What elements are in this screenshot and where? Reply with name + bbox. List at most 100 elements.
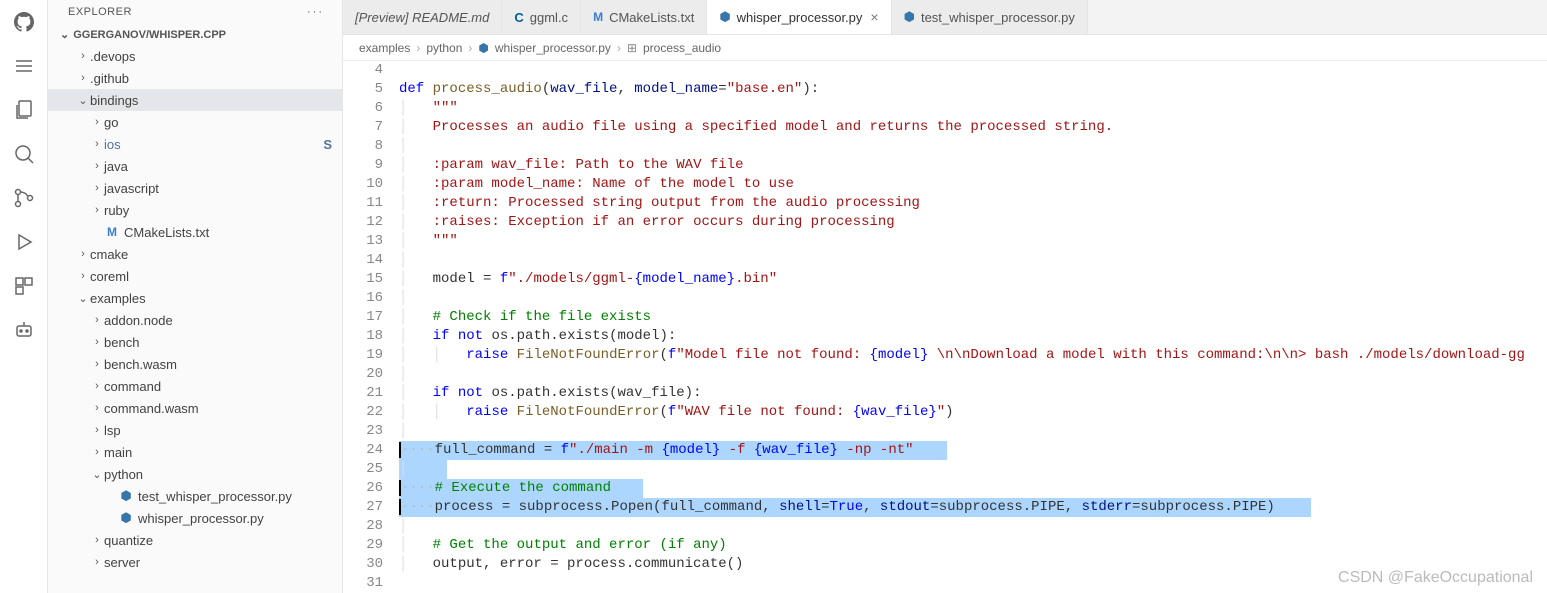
- more-icon[interactable]: ···: [307, 6, 324, 18]
- tab[interactable]: Cggml.c: [502, 0, 581, 34]
- github-icon[interactable]: [12, 10, 36, 34]
- watermark: CSDN @FakeOccupational: [1338, 568, 1533, 587]
- folder-item[interactable]: ›javascript: [48, 177, 342, 199]
- folder-item[interactable]: ›iosS: [48, 133, 342, 155]
- robot-icon[interactable]: [12, 318, 36, 342]
- code-line[interactable]: │ │ raise FileNotFoundError(f"WAV file n…: [399, 403, 1547, 422]
- folder-item[interactable]: ›go: [48, 111, 342, 133]
- folder-item[interactable]: ›ruby: [48, 199, 342, 221]
- file-item[interactable]: MCMakeLists.txt: [48, 221, 342, 243]
- tab-label: ggml.c: [530, 10, 568, 25]
- line-number: 13: [343, 232, 383, 251]
- chevron-icon: ›: [76, 72, 90, 84]
- chevron-icon: ›: [90, 160, 104, 172]
- code-line[interactable]: │: [399, 517, 1547, 536]
- tree-item-label: coreml: [90, 269, 342, 284]
- tab[interactable]: ⬢test_whisper_processor.py: [892, 0, 1088, 34]
- folder-item[interactable]: ›main: [48, 441, 342, 463]
- chevron-icon: ›: [90, 556, 104, 568]
- code-line[interactable]: │ """: [399, 99, 1547, 118]
- breadcrumb-separator: ›: [617, 41, 621, 55]
- breadcrumb-segment[interactable]: process_audio: [643, 41, 721, 55]
- code-content[interactable]: def process_audio(wav_file, model_name="…: [399, 61, 1547, 593]
- code-line[interactable]: ····# Execute the command: [399, 479, 1547, 498]
- code-editor[interactable]: 4567891011121314151617181920212223242526…: [343, 61, 1547, 593]
- folder-item[interactable]: ›.devops: [48, 45, 342, 67]
- files-icon[interactable]: [12, 98, 36, 122]
- line-number: 27: [343, 498, 383, 517]
- folder-item[interactable]: ›java: [48, 155, 342, 177]
- line-number: 10: [343, 175, 383, 194]
- folder-item[interactable]: ›.github: [48, 67, 342, 89]
- tab[interactable]: MCMakeLists.txt: [581, 0, 707, 34]
- folder-item[interactable]: ⌄examples: [48, 287, 342, 309]
- folder-item[interactable]: ›bench.wasm: [48, 353, 342, 375]
- code-line[interactable]: ····process = subprocess.Popen(full_comm…: [399, 498, 1547, 517]
- folder-item[interactable]: ›command.wasm: [48, 397, 342, 419]
- code-line[interactable]: │ # Check if the file exists: [399, 308, 1547, 327]
- code-line[interactable]: │: [399, 422, 1547, 441]
- breadcrumb-segment[interactable]: whisper_processor.py: [495, 41, 611, 55]
- tab[interactable]: ⬢whisper_processor.py×: [707, 0, 891, 34]
- breadcrumb-segment[interactable]: python: [426, 41, 462, 55]
- code-line[interactable]: │ :param model_name: Name of the model t…: [399, 175, 1547, 194]
- line-number: 22: [343, 403, 383, 422]
- code-line[interactable]: │ │ raise FileNotFoundError(f"Model file…: [399, 346, 1547, 365]
- breadcrumb[interactable]: examples›python›⬢whisper_processor.py›⊞p…: [343, 35, 1547, 61]
- code-line[interactable]: │: [399, 137, 1547, 156]
- line-number: 12: [343, 213, 383, 232]
- code-line[interactable]: │ Processes an audio file using a specif…: [399, 118, 1547, 137]
- code-line[interactable]: def process_audio(wav_file, model_name="…: [399, 80, 1547, 99]
- code-line[interactable]: │ :raises: Exception if an error occurs …: [399, 213, 1547, 232]
- folder-item[interactable]: ›server: [48, 551, 342, 573]
- tab[interactable]: [Preview] README.md: [343, 0, 502, 34]
- extensions-icon[interactable]: [12, 274, 36, 298]
- line-number: 28: [343, 517, 383, 536]
- code-line[interactable]: │ """: [399, 232, 1547, 251]
- run-debug-icon[interactable]: [12, 230, 36, 254]
- source-control-icon[interactable]: [12, 186, 36, 210]
- file-type-icon: C: [514, 10, 523, 25]
- code-line[interactable]: │: [399, 460, 1547, 479]
- project-row[interactable]: ⌄ GGERGANOV/WHISPER.CPP: [48, 24, 342, 45]
- code-line[interactable]: │: [399, 251, 1547, 270]
- code-line[interactable]: │ :param wav_file: Path to the WAV file: [399, 156, 1547, 175]
- file-type-icon: ⬢: [118, 510, 134, 526]
- code-line[interactable]: │ if not os.path.exists(wav_file):: [399, 384, 1547, 403]
- folder-item[interactable]: ›command: [48, 375, 342, 397]
- code-line[interactable]: │ # Get the output and error (if any): [399, 536, 1547, 555]
- code-line[interactable]: [399, 61, 1547, 80]
- tree-item-label: .github: [90, 71, 342, 86]
- folder-item[interactable]: ⌄python: [48, 463, 342, 485]
- chevron-icon: ›: [76, 248, 90, 260]
- tree-item-label: ruby: [104, 203, 342, 218]
- hamburger-icon[interactable]: [12, 54, 36, 78]
- code-line[interactable]: │ :return: Processed string output from …: [399, 194, 1547, 213]
- code-line[interactable]: ····full_command = f"./main -m {model} -…: [399, 441, 1547, 460]
- folder-item[interactable]: ›lsp: [48, 419, 342, 441]
- explorer-sidebar: EXPLORER ··· ⌄ GGERGANOV/WHISPER.CPP ›.d…: [48, 0, 343, 593]
- close-icon[interactable]: ×: [870, 9, 878, 25]
- breadcrumb-separator: ›: [416, 41, 420, 55]
- chevron-icon: ⌄: [76, 94, 90, 107]
- search-icon[interactable]: [12, 142, 36, 166]
- folder-item[interactable]: ›addon.node: [48, 309, 342, 331]
- code-line[interactable]: │: [399, 289, 1547, 308]
- folder-item[interactable]: ›cmake: [48, 243, 342, 265]
- file-item[interactable]: ⬢whisper_processor.py: [48, 507, 342, 529]
- folder-item[interactable]: ›coreml: [48, 265, 342, 287]
- file-tree: ›.devops›.github⌄bindings›go›iosS›java›j…: [48, 45, 342, 593]
- folder-item[interactable]: ›quantize: [48, 529, 342, 551]
- chevron-icon: ⌄: [76, 292, 90, 305]
- chevron-icon: ›: [90, 138, 104, 150]
- file-type-icon: ⬢: [118, 488, 134, 504]
- file-item[interactable]: ⬢test_whisper_processor.py: [48, 485, 342, 507]
- code-line[interactable]: │: [399, 365, 1547, 384]
- folder-item[interactable]: ›bench: [48, 331, 342, 353]
- chevron-icon: ›: [90, 446, 104, 458]
- breadcrumb-segment[interactable]: examples: [359, 41, 410, 55]
- code-line[interactable]: │ model = f"./models/ggml-{model_name}.b…: [399, 270, 1547, 289]
- code-line[interactable]: │ if not os.path.exists(model):: [399, 327, 1547, 346]
- line-number: 5: [343, 80, 383, 99]
- folder-item[interactable]: ⌄bindings: [48, 89, 342, 111]
